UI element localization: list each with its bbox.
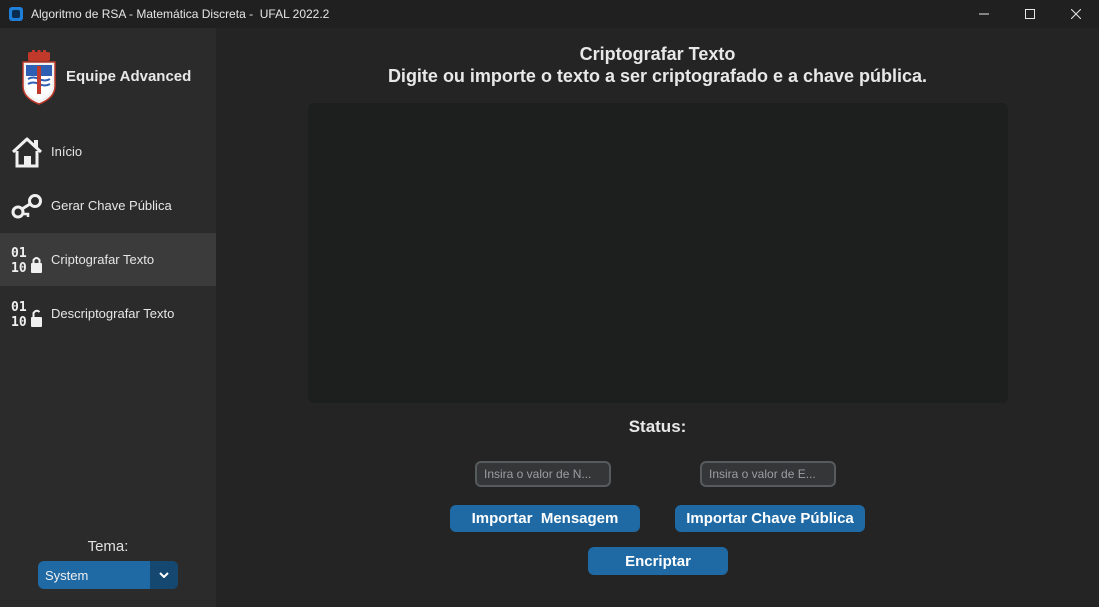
status-label: Status:	[628, 417, 687, 436]
n-value-input[interactable]	[475, 461, 611, 487]
sidebar-item-label: Gerar Chave Pública	[51, 198, 172, 213]
sidebar-item-inicio[interactable]: Início	[0, 125, 216, 178]
window-titlebar: Algoritmo de RSA - Matemática Discreta -…	[0, 0, 1099, 28]
sidebar-item-gerar-chave[interactable]: Gerar Chave Pública	[0, 179, 216, 232]
close-icon	[1071, 9, 1081, 19]
maximize-icon	[1025, 9, 1035, 19]
theme-select[interactable]: System	[38, 561, 178, 589]
svg-text:01: 01	[11, 246, 27, 261]
page-subtitle: Digite ou importe o texto a ser criptogr…	[387, 66, 928, 86]
sidebar: Equipe Advanced Início Gerar Chave Públi…	[0, 28, 216, 607]
message-textbox[interactable]	[308, 103, 1008, 403]
team-name: Equipe Advanced	[66, 68, 192, 85]
page-title: Criptografar Texto	[579, 44, 736, 64]
import-public-key-button[interactable]: Importar Chave Pública	[675, 505, 865, 532]
theme-dropdown-button[interactable]	[150, 561, 178, 589]
sidebar-item-label: Criptografar Texto	[51, 252, 155, 267]
sidebar-item-label: Início	[51, 144, 83, 159]
key-icon	[11, 193, 42, 218]
sidebar-item-descriptografar[interactable]: 01 10 Descriptografar Texto	[0, 287, 216, 340]
sidebar-item-criptografar[interactable]: 01 10 Criptografar Texto	[0, 233, 216, 286]
minimize-button[interactable]	[961, 0, 1007, 28]
maximize-button[interactable]	[1007, 0, 1053, 28]
minimize-icon	[979, 13, 989, 15]
e-value-input[interactable]	[700, 461, 836, 487]
svg-text:10: 10	[11, 315, 27, 330]
theme-label: Tema:	[87, 538, 129, 555]
app-icon	[9, 7, 23, 21]
close-button[interactable]	[1053, 0, 1099, 28]
import-message-button[interactable]: Importar Mensagem	[450, 505, 640, 532]
home-icon	[11, 137, 43, 167]
sidebar-item-label: Descriptografar Texto	[51, 306, 175, 321]
window-title: Algoritmo de RSA - Matemática Discreta -…	[31, 7, 330, 21]
binary-lock-icon: 01 10	[11, 246, 42, 276]
binary-unlock-icon: 01 10	[11, 300, 42, 330]
svg-text:10: 10	[11, 261, 27, 276]
window-controls	[961, 0, 1099, 28]
encrypt-button[interactable]: Encriptar	[588, 547, 728, 575]
svg-text:01: 01	[11, 300, 27, 315]
theme-select-value: System	[45, 568, 89, 583]
ufal-logo	[20, 50, 58, 106]
chevron-down-icon	[159, 572, 169, 578]
main-panel: Criptografar Texto Digite ou importe o t…	[216, 28, 1099, 607]
